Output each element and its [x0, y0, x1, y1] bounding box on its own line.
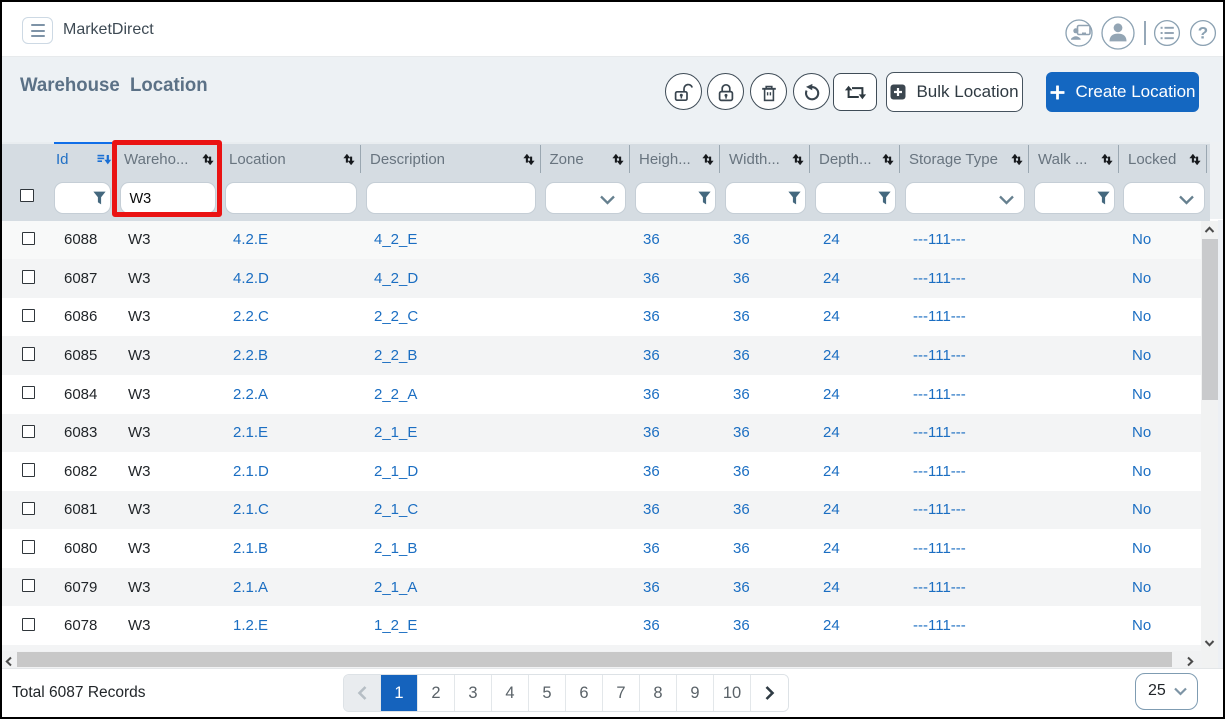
svg-text:?: ?	[1198, 24, 1208, 43]
